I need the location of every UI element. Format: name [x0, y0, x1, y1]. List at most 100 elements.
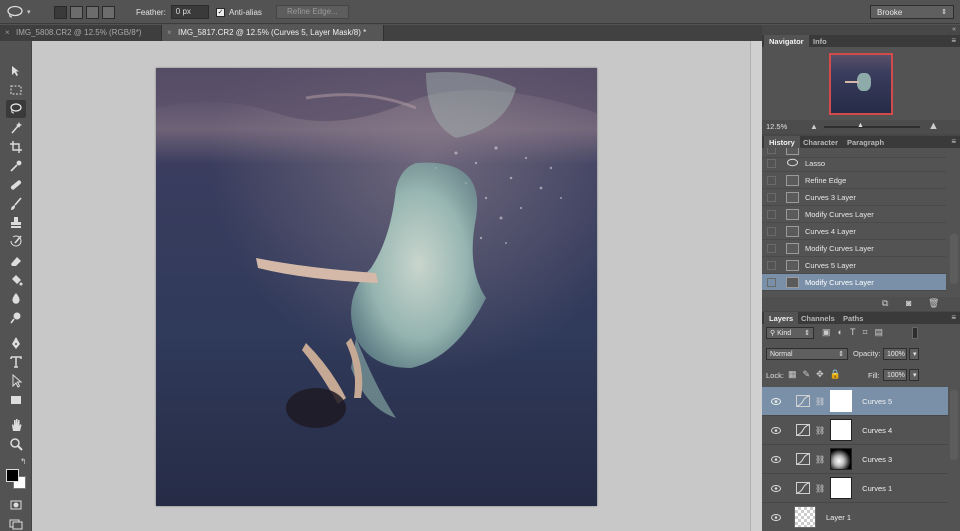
lasso-tool-preset-picker[interactable]: ▾ [6, 4, 31, 20]
eye-icon[interactable] [768, 397, 784, 405]
dock-collapse-arrows[interactable]: « [952, 26, 956, 33]
new-selection-icon[interactable] [54, 5, 67, 19]
snapshot-checkbox[interactable] [767, 175, 776, 185]
layer-mask-thumbnail[interactable] [830, 390, 853, 412]
magic-wand-tool[interactable] [6, 119, 26, 137]
intersect-selection-icon[interactable] [102, 5, 115, 19]
adjustment-filter-icon[interactable]: ◐ [838, 327, 843, 338]
tab-info[interactable]: Info [808, 35, 832, 47]
layers-scrollbar[interactable] [950, 390, 958, 460]
snapshot-checkbox[interactable] [767, 243, 776, 253]
clone-stamp-tool[interactable] [6, 214, 26, 232]
snapshot-checkbox[interactable] [767, 158, 776, 168]
zoom-slider[interactable] [824, 126, 920, 128]
marquee-tool[interactable] [6, 81, 26, 99]
layer-row-layer-1[interactable]: Layer 1 [762, 503, 948, 531]
type-filter-icon[interactable]: T [850, 327, 856, 338]
opacity-dropdown[interactable]: ▾ [909, 348, 919, 360]
type-tool[interactable] [6, 353, 26, 371]
close-icon[interactable]: × [167, 28, 172, 37]
eye-icon[interactable] [768, 455, 784, 463]
navigator-thumbnail[interactable] [829, 53, 893, 115]
layer-row-curves-3[interactable]: ⛓ Curves 3 [762, 445, 948, 474]
link-icon[interactable]: ⛓ [815, 484, 825, 493]
history-item[interactable]: Curves 4 Layer [762, 223, 946, 240]
panel-menu-icon[interactable]: ≡ [951, 36, 956, 45]
layer-name[interactable]: Layer 1 [826, 513, 851, 522]
lock-position-icon[interactable]: ✥ [816, 369, 824, 380]
fill-input[interactable]: 100% [883, 369, 907, 381]
layer-name[interactable]: Curves 4 [862, 426, 892, 435]
tab-img-5817[interactable]: × IMG_5817.CR2 @ 12.5% (Curves 5, Layer … [162, 25, 384, 41]
zoom-value[interactable]: 12.5% [766, 122, 787, 131]
kind-filter-select[interactable]: ⚲ Kind ⇕ [766, 327, 814, 339]
snapshot-checkbox[interactable] [767, 209, 776, 219]
healing-brush-tool[interactable] [6, 176, 26, 194]
path-selection-tool[interactable] [6, 372, 26, 390]
eye-icon[interactable] [768, 484, 784, 492]
history-item[interactable]: Modify Curves Layer [762, 206, 946, 223]
opacity-input[interactable]: 100% [883, 348, 907, 360]
layer-row-curves-5[interactable]: ⛓ Curves 5 [762, 387, 948, 416]
tab-history[interactable]: History [764, 136, 800, 148]
brush-tool[interactable] [6, 195, 26, 213]
tab-img-5808[interactable]: × IMG_5808.CR2 @ 12.5% (RGB/8*) [0, 25, 162, 41]
layer-name[interactable]: Curves 5 [862, 397, 892, 406]
eye-icon[interactable] [768, 426, 784, 434]
camera-icon[interactable]: ◙ [906, 298, 911, 308]
pen-tool[interactable] [6, 334, 26, 352]
fill-dropdown[interactable]: ▾ [909, 369, 919, 381]
link-icon[interactable]: ⛓ [815, 397, 825, 406]
link-icon[interactable]: ⛓ [815, 426, 825, 435]
lock-image-icon[interactable]: ✎ [803, 369, 811, 380]
canvas-vertical-scrollbar[interactable] [750, 41, 762, 531]
crop-tool[interactable] [6, 138, 26, 156]
layer-name[interactable]: Curves 3 [862, 455, 892, 464]
snapshot-checkbox[interactable] [767, 277, 776, 287]
tab-paragraph[interactable]: Paragraph [842, 136, 889, 148]
history-item-selected[interactable]: Modify Curves Layer [762, 274, 946, 291]
subtract-from-selection-icon[interactable] [86, 5, 99, 19]
refine-edge-button[interactable]: Refine Edge... [276, 5, 349, 19]
rectangle-tool[interactable] [6, 391, 26, 409]
curves-adjustment-icon[interactable] [796, 453, 810, 465]
history-scrollbar[interactable] [950, 234, 958, 284]
foreground-color-swatch[interactable] [6, 469, 19, 482]
snapshot-checkbox[interactable] [767, 260, 776, 270]
anti-alias-checkbox[interactable]: ✓ [216, 7, 225, 17]
curves-adjustment-icon[interactable] [796, 482, 810, 494]
layer-name[interactable]: Curves 1 [862, 484, 892, 493]
hand-tool[interactable] [6, 416, 26, 434]
close-icon[interactable]: × [5, 28, 10, 37]
dodge-tool[interactable] [6, 309, 26, 327]
panel-menu-icon[interactable]: ≡ [951, 137, 956, 146]
zoom-in-icon[interactable]: ▲ [928, 120, 939, 132]
lock-transparency-icon[interactable]: ▦ [788, 369, 797, 380]
quick-mask-tool[interactable] [6, 496, 26, 514]
history-item[interactable]: Modify Curves Layer [762, 240, 946, 257]
eye-icon[interactable] [768, 513, 784, 521]
zoom-out-icon[interactable]: ▲ [810, 122, 818, 131]
blur-tool[interactable] [6, 290, 26, 308]
layer-row-curves-4[interactable]: ⛓ Curves 4 [762, 416, 948, 445]
workspace-select[interactable]: Brooke ⇕ [870, 5, 954, 19]
document-canvas-area[interactable] [32, 41, 750, 531]
snapshot-checkbox[interactable] [767, 226, 776, 236]
eraser-tool[interactable] [6, 252, 26, 270]
lasso-tool[interactable] [6, 100, 26, 118]
zoom-tool[interactable] [6, 435, 26, 453]
feather-input[interactable]: 0 px [170, 5, 209, 19]
tab-navigator[interactable]: Navigator [764, 35, 809, 47]
curves-adjustment-icon[interactable] [796, 395, 810, 407]
history-item[interactable]: Curves 3 Layer [762, 189, 946, 206]
pixel-filter-icon[interactable]: ▣ [822, 327, 831, 338]
eyedropper-tool[interactable] [6, 157, 26, 175]
move-tool[interactable] [6, 62, 26, 80]
new-document-from-state-icon[interactable]: ⧉ [882, 298, 888, 309]
curves-adjustment-icon[interactable] [796, 424, 810, 436]
smart-object-filter-icon[interactable]: ▤ [875, 327, 884, 338]
paint-bucket-tool[interactable] [6, 271, 26, 289]
underwater-photo[interactable] [156, 68, 597, 506]
shape-filter-icon[interactable]: ⌗ [862, 327, 867, 338]
history-brush-tool[interactable] [6, 233, 26, 251]
